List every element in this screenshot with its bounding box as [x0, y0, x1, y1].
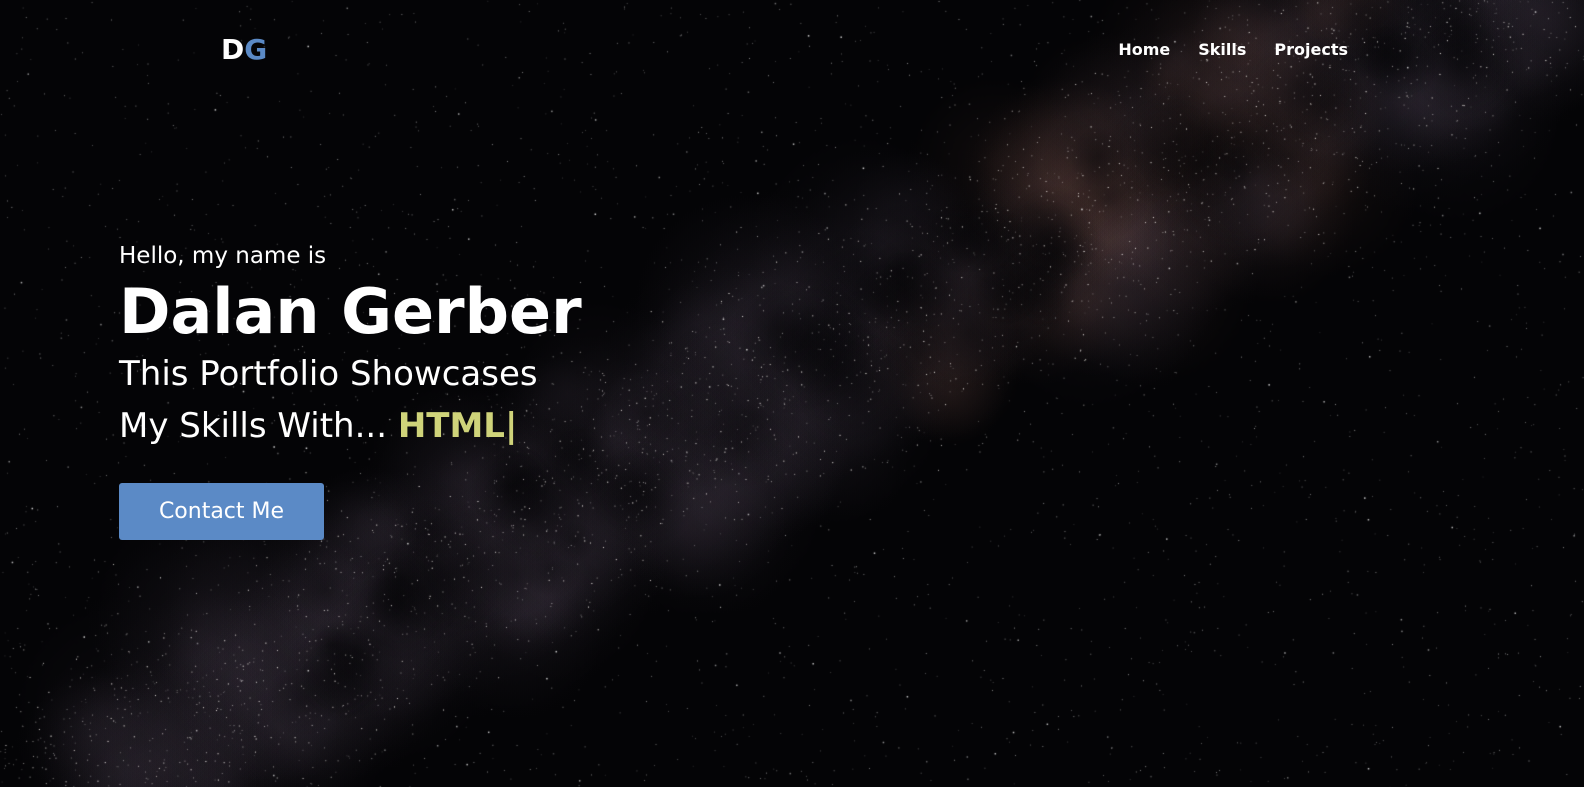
- logo-letter-d: D: [221, 33, 245, 66]
- nav-link-projects[interactable]: Projects: [1274, 38, 1348, 62]
- hero-section: Hello, my name is Dalan Gerber This Port…: [119, 238, 582, 452]
- top-navbar: DG Home Skills Projects: [0, 0, 1584, 100]
- hero-tagline-line1: This Portfolio Showcases: [119, 354, 538, 394]
- typed-skill-word: HTML: [397, 406, 505, 446]
- site-logo[interactable]: DG: [221, 32, 267, 68]
- typing-cursor: |: [504, 406, 518, 446]
- hero-greeting: Hello, my name is: [119, 243, 327, 269]
- nav-links: Home Skills Projects: [1118, 38, 1348, 62]
- hero-name: Dalan Gerber: [119, 275, 582, 348]
- contact-me-button[interactable]: Contact Me: [119, 483, 324, 540]
- nav-link-skills[interactable]: Skills: [1198, 38, 1246, 62]
- tagline-prefix: My Skills With...: [119, 406, 388, 446]
- hero-tagline-line2: My Skills With... HTML|: [119, 400, 582, 452]
- logo-letter-g: G: [244, 33, 268, 66]
- nav-link-home[interactable]: Home: [1118, 38, 1170, 62]
- portfolio-page: DG Home Skills Projects Hello, my name i…: [0, 0, 1584, 787]
